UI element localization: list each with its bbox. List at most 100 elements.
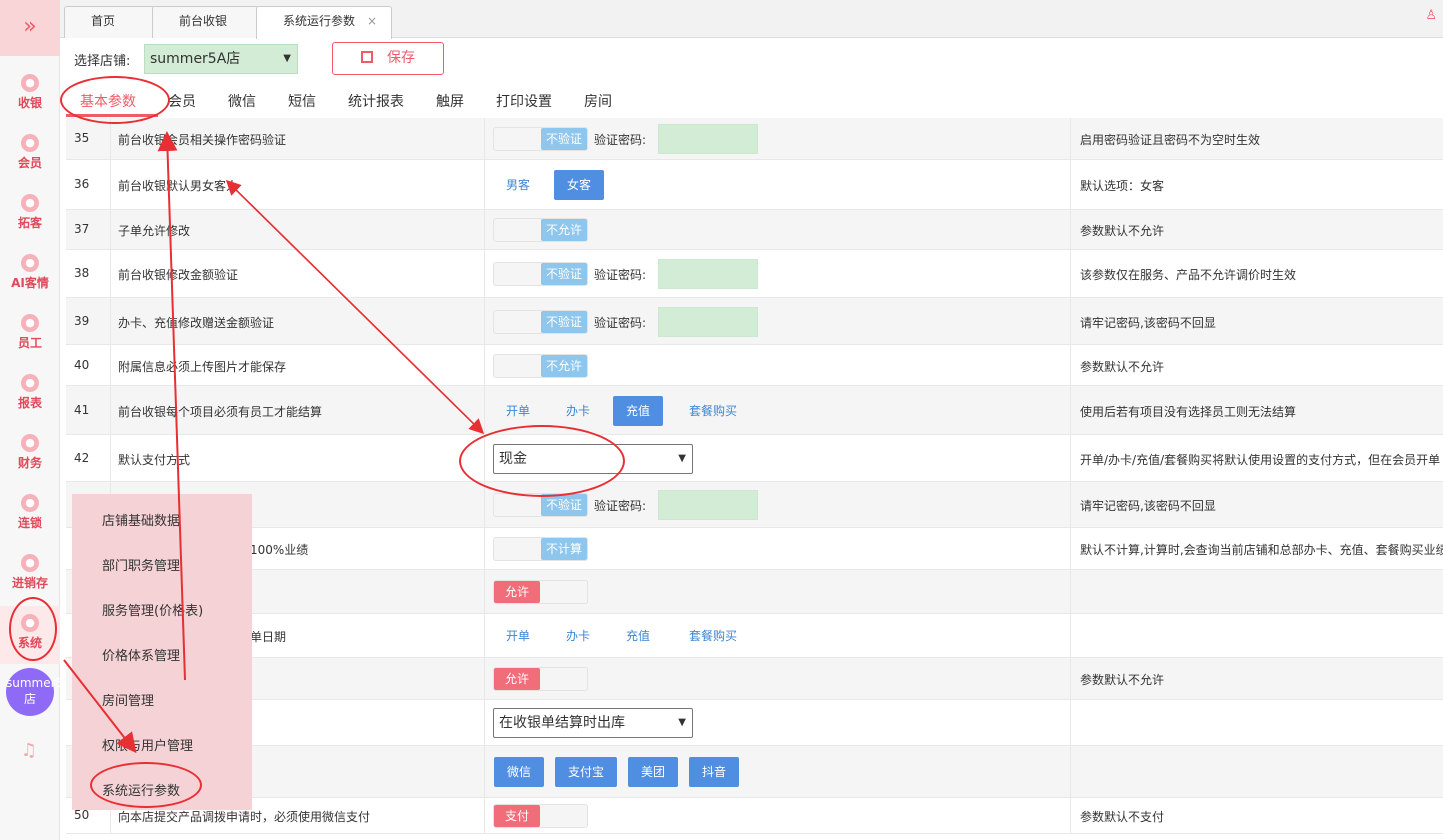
option-button[interactable]: 女客 xyxy=(554,170,604,200)
password-input[interactable] xyxy=(658,124,758,154)
param-toggle[interactable]: 允许 xyxy=(493,580,588,604)
save-label: 保存 xyxy=(387,50,415,66)
column-divider xyxy=(484,658,485,699)
sidebar-item-7[interactable]: ● 连锁 xyxy=(0,486,60,544)
sidebar-item-8[interactable]: ● 进销存 xyxy=(0,546,60,604)
sidebar-item-label: 连锁 xyxy=(17,516,42,530)
param-toggle[interactable]: 支付 xyxy=(493,804,588,828)
payment-button[interactable]: 微信 xyxy=(494,757,544,787)
tab-system-params[interactable]: 系统运行参数 × xyxy=(256,6,392,39)
store-select-value: summer5A店 xyxy=(150,51,241,67)
param-toggle[interactable]: 不计算 xyxy=(493,537,588,561)
column-divider xyxy=(484,798,485,833)
column-divider xyxy=(110,160,111,209)
store-select[interactable]: summer5A店 ▼ xyxy=(144,44,298,74)
system-menu-item[interactable]: 服务管理(价格表) xyxy=(102,600,203,619)
tab-bar: 首页 前台收银 系统运行参数 × ♙ xyxy=(60,0,1443,39)
monitor-icon: ● xyxy=(21,374,39,392)
subtab-3[interactable]: 短信 xyxy=(288,91,316,111)
row-param-name: 子单允许修改 xyxy=(118,224,191,238)
sidebar-item-4[interactable]: ● 员工 xyxy=(0,306,60,364)
subtab-5[interactable]: 触屏 xyxy=(436,91,464,111)
password-label: 验证密码: xyxy=(594,133,647,147)
row-param-name: 前台收银修改金额验证 xyxy=(118,268,239,282)
play-icon: ● xyxy=(21,254,39,272)
param-toggle[interactable]: 不允许 xyxy=(493,354,588,378)
system-menu-item[interactable]: 部门职务管理 xyxy=(102,555,180,574)
table-row: 不验证 验证密码: 请牢记密码,该密码不回显 xyxy=(66,482,1443,528)
double-chevron-right-icon: » xyxy=(23,14,37,39)
system-menu-item[interactable]: 价格体系管理 xyxy=(102,645,180,664)
option-button[interactable]: 套餐购买 xyxy=(673,396,753,426)
annotation-ring xyxy=(9,597,57,661)
toggle-state-label: 允许 xyxy=(494,581,540,603)
param-toggle[interactable]: 不验证 xyxy=(493,262,588,286)
column-divider xyxy=(1070,386,1071,434)
password-input[interactable] xyxy=(658,259,758,289)
row-param-name: 默认支付方式 xyxy=(118,453,191,467)
option-button[interactable]: 充值 xyxy=(613,621,663,651)
option-button[interactable]: 套餐购买 xyxy=(673,621,753,651)
sidebar-item-label: AI客情 xyxy=(11,276,49,290)
password-input[interactable] xyxy=(658,490,758,520)
param-toggle[interactable]: 不验证 xyxy=(493,127,588,151)
store-avatar[interactable]: summer5A店 xyxy=(6,668,71,716)
password-input[interactable] xyxy=(658,307,758,337)
tab-home[interactable]: 首页 xyxy=(64,6,156,38)
subtab-7[interactable]: 房间 xyxy=(584,91,612,111)
subtab-1[interactable]: 会员 xyxy=(168,91,196,111)
table-row: 微信 支付宝 美团 抖音 xyxy=(66,746,1443,798)
table-row: 38 前台收银修改金额验证 不验证 验证密码: 该参数仅在服务、产品不允许调价时生效 xyxy=(66,250,1443,298)
save-button[interactable]: 保存 xyxy=(332,42,444,75)
sidebar-item-6[interactable]: ● 财务 xyxy=(0,426,60,484)
option-button[interactable]: 办卡 xyxy=(553,396,603,426)
sidebar-item-1[interactable]: ● 会员 xyxy=(0,126,60,184)
subtab-4[interactable]: 统计报表 xyxy=(348,91,404,111)
sidebar-item-label: 会员 xyxy=(17,156,42,170)
option-button[interactable]: 办卡 xyxy=(553,621,603,651)
collapse-sidebar-button[interactable]: » xyxy=(0,0,60,56)
toggle-state-label: 不允许 xyxy=(541,219,587,241)
sidebar-item-3[interactable]: ● AI客情 xyxy=(0,246,60,304)
sidebar-item-label: 报表 xyxy=(17,396,42,410)
option-button[interactable]: 开单 xyxy=(493,396,543,426)
diamond-icon: ● xyxy=(21,134,39,152)
system-menu-item[interactable]: 权限与用户管理 xyxy=(102,735,193,754)
table-row: 39 办卡、充值修改赠送金额验证 不验证 验证密码: 请牢记密码,该密码不回显 xyxy=(66,298,1443,345)
column-divider xyxy=(1070,482,1071,527)
sidebar-item-2[interactable]: ● 拓客 xyxy=(0,186,60,244)
option-button[interactable]: 男客 xyxy=(493,170,543,200)
payment-button[interactable]: 支付宝 xyxy=(555,757,617,787)
option-button[interactable]: 充值 xyxy=(613,396,663,426)
option-button[interactable]: 开单 xyxy=(493,621,543,651)
system-menu-item[interactable]: 房间管理 xyxy=(102,690,154,709)
column-divider xyxy=(1070,798,1071,833)
column-divider xyxy=(1070,160,1071,209)
column-divider xyxy=(110,345,111,385)
select-dropdown[interactable]: 在收银单结算时出库 ▼ xyxy=(493,708,693,738)
param-toggle[interactable]: 不允许 xyxy=(493,218,588,242)
column-divider xyxy=(1070,658,1071,699)
payment-button[interactable]: 抖音 xyxy=(689,757,739,787)
close-icon[interactable]: × xyxy=(367,7,377,35)
chevron-down-icon: ▼ xyxy=(678,453,686,464)
param-toggle[interactable]: 不验证 xyxy=(493,310,588,334)
table-row: 35 前台收银会员相关操作密码验证 不验证 验证密码: 启用密码验证且密码不为空时生效 xyxy=(66,118,1443,160)
param-toggle[interactable]: 允许 xyxy=(493,667,588,691)
row-param-name: 附属信息必须上传图片才能保存 xyxy=(118,360,287,374)
tab-front-cashier[interactable]: 前台收银 xyxy=(152,6,260,38)
bell-icon[interactable]: ♫ xyxy=(18,740,40,762)
table-row: ，后续单据日期默认上一单日期开单办卡充值套餐购买 xyxy=(66,614,1443,658)
select-value: 在收银单结算时出库 xyxy=(499,715,625,731)
payment-button[interactable]: 美团 xyxy=(628,757,678,787)
subtab-2[interactable]: 微信 xyxy=(228,91,256,111)
column-divider xyxy=(484,386,485,434)
sidebar-item-0[interactable]: ● 收银 xyxy=(0,66,60,124)
row-number: 42 xyxy=(74,451,90,465)
column-divider xyxy=(1070,210,1071,249)
subtab-6[interactable]: 打印设置 xyxy=(496,91,552,111)
system-menu-item[interactable]: 店铺基础数据 xyxy=(102,510,180,529)
table-row: 在收银单结算时出库 ▼ xyxy=(66,700,1443,746)
theme-shirt-icon[interactable]: ♙ xyxy=(1425,8,1437,23)
sidebar-item-5[interactable]: ● 报表 xyxy=(0,366,60,424)
